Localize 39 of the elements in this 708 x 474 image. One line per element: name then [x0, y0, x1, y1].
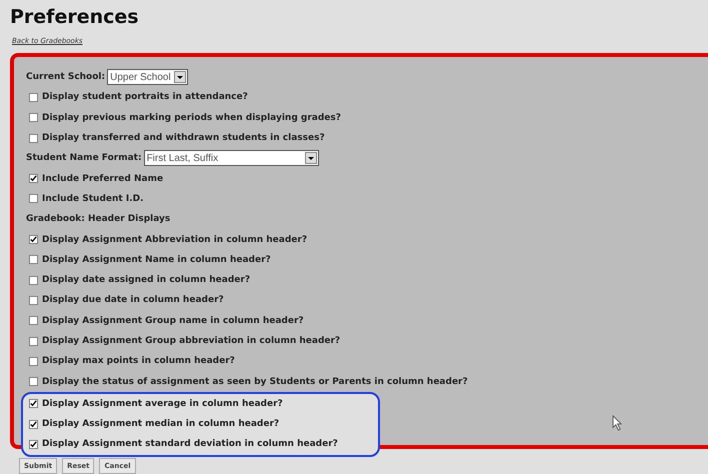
- dropdown[interactable]: Upper School: [107, 69, 188, 86]
- section-heading: Gradebook: Header Displays: [26, 214, 170, 224]
- checkbox[interactable]: [29, 399, 38, 408]
- checkbox-label: Display due date in column header?: [42, 295, 224, 306]
- checkbox-label: Display transferred and withdrawn students in classes?: [42, 133, 325, 144]
- checkbox[interactable]: [29, 316, 38, 326]
- checkbox[interactable]: [29, 134, 38, 143]
- checkbox[interactable]: [29, 296, 38, 305]
- page-title: Preferences: [10, 6, 140, 28]
- dropdown[interactable]: First Last, Suffix: [144, 150, 319, 166]
- checkbox-label: Include Student I.D.: [42, 194, 144, 204]
- checkbox[interactable]: [29, 174, 38, 184]
- mouse-pointer-icon: [612, 415, 623, 431]
- checkbox[interactable]: [29, 377, 38, 386]
- checkbox-label: Display Assignment Group name in column header?: [42, 316, 304, 326]
- field-label: Student Name Format:: [26, 153, 142, 164]
- checkbox-label: Display Assignment Group abbreviation in column header?: [42, 336, 340, 346]
- checkbox[interactable]: [29, 276, 38, 285]
- checkbox[interactable]: [29, 194, 38, 204]
- checkbox[interactable]: [29, 336, 38, 346]
- checkbox[interactable]: [29, 92, 38, 102]
- checkbox[interactable]: [29, 113, 38, 122]
- checkbox-label: Display Assignment average in column header?: [42, 398, 283, 409]
- checkbox-label: Display Assignment standard deviation in column header?: [42, 439, 338, 450]
- checkbox-label: Include Preferred Name: [42, 174, 164, 184]
- checkbox-label: Display Assignment Abbreviation in column header?: [42, 234, 308, 245]
- checkbox-label: Display previous marking periods when displaying grades?: [42, 112, 341, 123]
- checkbox-label: Display Assignment median in column header?: [42, 419, 280, 430]
- checkbox[interactable]: [29, 235, 38, 244]
- checkbox[interactable]: [29, 440, 38, 449]
- checkbox-label: Display the status of assignment as seen by Students or Parents in column header?: [42, 376, 468, 387]
- checkbox-label: Display student portraits in attendance?: [42, 92, 248, 102]
- checkbox[interactable]: [29, 420, 38, 429]
- checkbox[interactable]: [29, 255, 38, 264]
- checkbox[interactable]: [29, 356, 38, 366]
- checkbox-label: Display max points in column header?: [42, 356, 235, 366]
- field-label: Current School:: [26, 72, 106, 82]
- checkbox-label: Display date assigned in column header?: [42, 275, 250, 286]
- checkbox-label: Display Assignment Name in column header?: [42, 254, 271, 265]
